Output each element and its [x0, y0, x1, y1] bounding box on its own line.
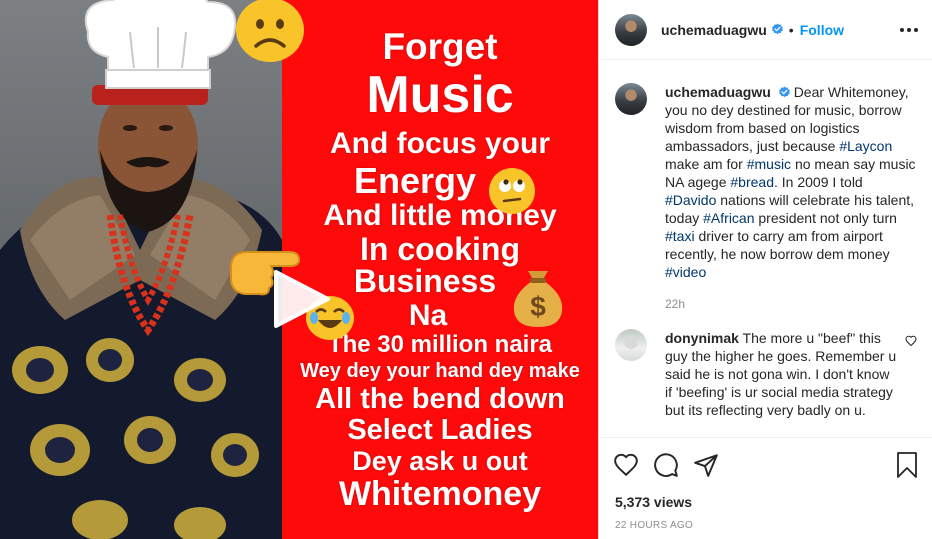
commenter-avatar[interactable] [615, 329, 647, 361]
poster-line: All the bend down [315, 383, 565, 415]
poster-line: Whitemoney [338, 475, 542, 513]
post-sidebar: uchemaduagwu • Follow uchemaduagwu Dear … [598, 0, 932, 539]
more-options-icon[interactable] [899, 22, 919, 38]
dot-separator: • [788, 21, 794, 38]
share-paper-plane-icon[interactable] [693, 452, 719, 478]
poster-line: Select Ladies [347, 414, 533, 446]
eye-roll-emoji [489, 168, 535, 214]
caption-text-part: make am for [665, 156, 747, 172]
save-bookmark-icon[interactable] [895, 452, 919, 478]
hashtag-link[interactable]: #African [703, 210, 754, 226]
like-heart-icon[interactable] [613, 452, 639, 478]
caption-text: uchemaduagwu Dear Whitemoney, you no dey… [665, 83, 917, 281]
comment-username[interactable]: donynimak [665, 330, 739, 346]
comment-bubble-icon[interactable] [653, 452, 679, 478]
post-media[interactable]: Forget Music And focus your Energy And l… [0, 0, 598, 539]
comment-item: donynimak The more u "beef" this guy the… [615, 329, 917, 419]
view-count[interactable]: 5,373 views [615, 494, 692, 510]
hashtag-link[interactable]: #music [747, 156, 791, 172]
caption-username[interactable]: uchemaduagwu [665, 84, 771, 100]
poster-line: Energy [353, 160, 477, 201]
comments-section[interactable]: uchemaduagwu Dear Whitemoney, you no dey… [599, 61, 932, 437]
hashtag-link[interactable]: #bread [730, 174, 774, 190]
action-icons [613, 452, 733, 478]
money-bag-icon: $ [508, 261, 568, 329]
hashtag-link[interactable]: #taxi [665, 228, 695, 244]
poster-line: Wey dey your hand dey make [300, 360, 580, 382]
poster-line: And little money [323, 199, 557, 232]
caption: uchemaduagwu Dear Whitemoney, you no dey… [615, 83, 917, 281]
caption-text-part: . In 2009 I told [773, 174, 863, 190]
like-comment-heart-icon[interactable] [905, 335, 917, 347]
poster-line: Dey ask u out [352, 446, 528, 476]
caption-text-part: president not only turn [754, 210, 897, 226]
play-button[interactable] [270, 268, 332, 330]
poster-line: Music [366, 66, 514, 124]
post-header: uchemaduagwu • Follow [599, 0, 932, 60]
hashtag-link[interactable]: #video [665, 264, 706, 280]
hashtag-link[interactable]: #Davido [665, 192, 716, 208]
poster-line: Forget [382, 26, 498, 67]
caption-avatar[interactable] [615, 83, 647, 115]
hashtag-link[interactable]: #Laycon [839, 138, 892, 154]
post-timestamp[interactable]: 22 HOURS AGO [615, 520, 693, 531]
poster-line: And focus your [329, 127, 550, 160]
verified-badge-icon [771, 23, 784, 36]
header-username[interactable]: uchemaduagwu [661, 22, 767, 38]
caption-text-part: driver to carry am from airport recently… [665, 228, 890, 262]
money-bag-symbol: $ [530, 291, 546, 322]
caption-time[interactable]: 22h [665, 297, 917, 311]
post-actions: 5,373 views 22 HOURS AGO [599, 437, 932, 539]
verified-badge-icon [778, 86, 791, 99]
chef-hat-icon [68, 0, 248, 102]
avatar[interactable] [615, 13, 647, 46]
comment-text: donynimak The more u "beef" this guy the… [665, 329, 897, 419]
follow-button[interactable]: Follow [800, 22, 844, 38]
